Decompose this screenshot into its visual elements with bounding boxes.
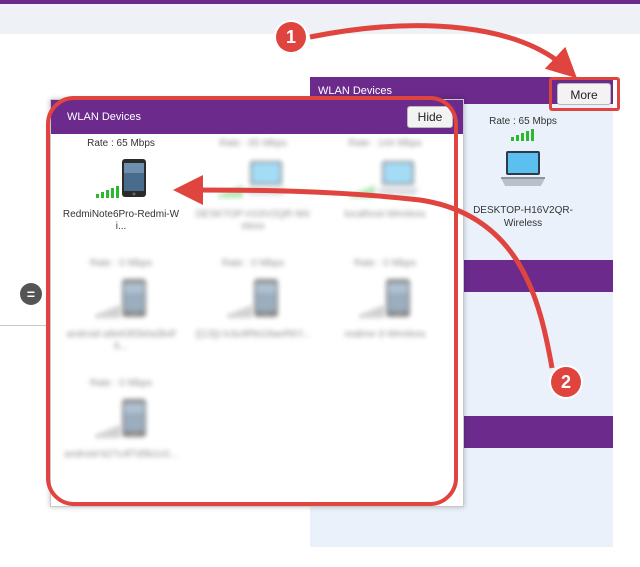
collapse-icon[interactable]: = <box>20 283 42 305</box>
device-item[interactable]: Rate : 144 Mbps localhost-Wireless <box>321 138 449 221</box>
header-band <box>0 4 640 34</box>
device-name: DESKTOP-H16V2QR-Wireless <box>195 209 311 232</box>
popup-header: WLAN Devices Hide <box>51 100 463 134</box>
panel-title: WLAN Devices <box>318 85 392 97</box>
device-item[interactable]: Rate : 0 Mbps {{13}}-lv3u9RkG9aeR6Y... <box>189 258 317 341</box>
device-rate: Rate : 0 Mbps <box>89 258 153 269</box>
phone-icon <box>386 279 410 317</box>
step-2-badge: 2 <box>551 367 581 397</box>
signal-icon <box>96 426 119 438</box>
more-button-highlight <box>549 77 620 111</box>
panel-header-2 <box>455 260 613 292</box>
hide-button[interactable]: Hide <box>407 106 453 128</box>
step-1-badge: 1 <box>276 22 306 52</box>
divider-line <box>0 325 50 326</box>
signal-icon <box>96 186 119 198</box>
device-rate: Rate : 65 Mbps <box>489 116 557 127</box>
signal-icon <box>219 186 242 198</box>
device-item[interactable]: Rate : 65 Mbps RedmiNote6Pro-Redmi-Wi... <box>57 138 185 233</box>
signal-icon <box>511 129 534 141</box>
signal-icon <box>228 306 251 318</box>
device-name: realme-3-Wireless <box>344 329 426 340</box>
phone-icon <box>122 399 146 437</box>
phone-icon <box>122 159 146 197</box>
laptop-icon <box>377 161 419 195</box>
panel-header-3 <box>455 416 613 448</box>
device-rate: Rate : 65 Mbps <box>219 138 287 149</box>
device-name: android-a9e63f2b0a3b4f6... <box>66 329 176 352</box>
device-item[interactable]: Rate : 65 Mbps DESKTOP-H16V2QR-Wireless <box>189 138 317 233</box>
device-rate: Rate : 65 Mbps <box>87 138 155 149</box>
laptop-icon <box>501 151 545 186</box>
popup-title: WLAN Devices <box>67 111 141 123</box>
signal-icon <box>96 306 119 318</box>
device-rate: Rate : 0 Mbps <box>89 378 153 389</box>
device-rate: Rate : 144 Mbps <box>348 138 422 149</box>
phone-icon <box>254 279 278 317</box>
device-name: android-b27c4f7d5b1c0... <box>64 449 178 460</box>
device-rate: Rate : 0 Mbps <box>353 258 417 269</box>
phone-icon <box>122 279 146 317</box>
device-rate: Rate : 0 Mbps <box>221 258 285 269</box>
device-card[interactable]: Rate : 65 Mbps DESKTOP-H16V2QR-Wireless <box>468 116 578 229</box>
device-name: RedmiNote6Pro-Redmi-Wi... <box>62 209 180 232</box>
laptop-icon <box>245 161 287 195</box>
device-name: localhost-Wireless <box>344 209 426 220</box>
device-item[interactable]: Rate : 0 Mbps android-b27c4f7d5b1c0... <box>57 378 185 461</box>
signal-icon <box>360 306 383 318</box>
device-item[interactable]: Rate : 0 Mbps android-a9e63f2b0a3b4f6... <box>57 258 185 353</box>
signal-icon <box>351 186 374 198</box>
device-item[interactable]: Rate : 0 Mbps realme-3-Wireless <box>321 258 449 341</box>
device-name: {{13}}-lv3u9RkG9aeR6Y... <box>195 329 311 340</box>
wlan-devices-popup: WLAN Devices Hide Rate : 65 Mbps RedmiNot… <box>50 99 464 507</box>
device-name: DESKTOP-H16V2QR-Wireless <box>473 205 573 229</box>
